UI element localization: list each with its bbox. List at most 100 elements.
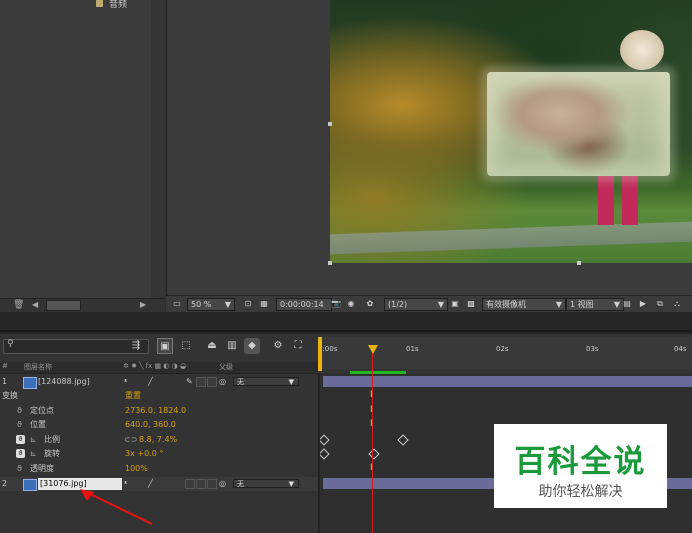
motion-blur-switch[interactable]: [207, 377, 217, 387]
show-snapshot-icon[interactable]: ◉: [346, 298, 356, 309]
quality-switch-icon[interactable]: ╱: [148, 375, 153, 389]
panel-divider[interactable]: [318, 373, 320, 533]
draft-3d-icon[interactable]: ⬚: [178, 338, 194, 354]
property-row-anchor[interactable]: ϑ 定位点 2736.0, 1824.0: [0, 404, 318, 418]
switches-header-icons: ✲ ✸ ╲ fx ▦ ◐ ◑ ◒: [123, 362, 187, 370]
viewer-scrollbar[interactable]: [151, 0, 165, 298]
timeline-icon[interactable]: ⧉: [655, 298, 665, 309]
transform-handle[interactable]: [328, 122, 332, 126]
views-dropdown[interactable]: 1 视图 ▼: [566, 298, 624, 311]
property-value[interactable]: 8.8, 7.4%: [139, 433, 177, 447]
work-area-start-marker[interactable]: [318, 337, 322, 371]
zoom-value: 50 %: [191, 300, 212, 309]
layer-row-1[interactable]: 1 [124088.jpg] ᵜ ╱ ✎ ◎ 无 ▼: [0, 375, 318, 389]
ruler-label: 01s: [406, 345, 419, 353]
parent-pickwhip-icon[interactable]: ◎: [219, 375, 226, 389]
hide-shy-layers-icon[interactable]: ⏏: [204, 338, 220, 354]
snapshot-icon[interactable]: 📷: [331, 298, 341, 309]
image-layer-icon: [23, 377, 37, 389]
property-name: 旋转: [44, 449, 60, 458]
frame-blend-switch[interactable]: [196, 377, 206, 387]
timecode-value: 0:00:00:14: [280, 300, 324, 309]
frame-blend-switch[interactable]: [196, 479, 206, 489]
region-of-interest-icon[interactable]: ▣: [450, 298, 460, 309]
motion-blur-icon[interactable]: ◆: [244, 338, 260, 354]
keyframe-nav-icon[interactable]: ⊾: [30, 447, 37, 461]
transform-handle[interactable]: [577, 261, 581, 265]
current-time-display[interactable]: 0:00:00:14: [276, 298, 332, 311]
girl-on-swing: [620, 30, 664, 70]
motion-blur-switch[interactable]: [207, 479, 217, 489]
property-row-scale[interactable]: ϑ ⊾ 比例 ⊂⊃ 8.8, 7.4%: [0, 433, 318, 447]
fx-switch-icon[interactable]: ✎: [186, 375, 193, 389]
chevron-down-icon: ▼: [288, 378, 294, 386]
parent-pickwhip-icon[interactable]: ◎: [219, 477, 226, 491]
graph-editor-icon[interactable]: ⛶: [290, 338, 306, 354]
property-name: 定位点: [30, 406, 54, 415]
stopwatch-active-icon[interactable]: ϑ: [16, 449, 25, 458]
reset-link[interactable]: 重置: [125, 389, 141, 403]
horizontal-scroll-thumb[interactable]: [46, 300, 81, 311]
stopwatch-icon[interactable]: ϑ: [17, 462, 22, 476]
parent-dropdown[interactable]: 无 ▼: [233, 377, 299, 386]
guitar-girl-layer-preview[interactable]: [487, 72, 670, 176]
transparency-grid-icon[interactable]: ▩: [466, 298, 476, 309]
playhead-handle[interactable]: [368, 345, 378, 354]
comp-mini-flowchart-icon[interactable]: ⇶: [128, 338, 144, 354]
live-update-icon[interactable]: ▣: [157, 338, 173, 354]
ruler-label: 04s: [674, 345, 687, 353]
safe-zones-icon[interactable]: ▦: [259, 298, 269, 309]
frame-blending-icon[interactable]: ▥: [224, 338, 240, 354]
ruler-label: 03s: [586, 345, 599, 353]
brainstorm-icon[interactable]: ⚙: [270, 338, 286, 354]
layer-name[interactable]: [124088.jpg]: [38, 375, 90, 389]
parent-value: 无: [237, 378, 244, 386]
transform-label: 变换: [2, 391, 18, 400]
chevron-down-icon: ▼: [288, 480, 294, 488]
flowchart-icon[interactable]: ⛬: [672, 298, 682, 309]
property-row-rotation[interactable]: ϑ ⊾ 旋转 3x +0.0 °: [0, 447, 318, 461]
fit-icon[interactable]: ⊡: [243, 298, 253, 309]
property-name: 位置: [30, 420, 46, 429]
trash-icon[interactable]: 🗑: [13, 300, 24, 310]
property-row-position[interactable]: ϑ 位置 640.0, 360.0: [0, 418, 318, 432]
search-icon: ⚲: [7, 339, 14, 349]
shy-switch-icon[interactable]: ᵜ: [124, 375, 127, 389]
playhead-line[interactable]: [372, 346, 373, 533]
property-value[interactable]: 100%: [125, 462, 148, 476]
toggle-pixel-aspect-icon[interactable]: ▤: [622, 298, 632, 309]
layer-1-duration-bar[interactable]: [323, 376, 692, 387]
column-hash-label: #: [2, 362, 8, 370]
fast-previews-icon[interactable]: ▶: [638, 298, 648, 309]
constrain-proportions-icon[interactable]: ⊂⊃: [124, 433, 137, 447]
camera-dropdown[interactable]: 有效摄像机 ▼: [482, 298, 566, 311]
property-name: 比例: [44, 435, 60, 444]
camera-value: 有效摄像机: [486, 300, 526, 309]
watermark-subtitle: 助你轻松解决: [538, 484, 623, 500]
scroll-right-icon[interactable]: ▶: [140, 300, 146, 309]
project-item-audio[interactable]: 音频: [96, 0, 127, 10]
column-parent: 父级: [219, 363, 233, 371]
property-value[interactable]: 2736.0, 1824.0: [125, 404, 186, 418]
layer-column-header: # 图层名称 ✲ ✸ ╲ fx ▦ ◐ ◑ ◒ 父级: [0, 362, 318, 374]
parent-dropdown[interactable]: 无 ▼: [233, 479, 299, 488]
zoom-dropdown[interactable]: 50 % ▼: [187, 298, 235, 311]
keyframe-nav-icon[interactable]: ⊾: [30, 433, 37, 447]
stopwatch-icon[interactable]: ϑ: [17, 404, 22, 418]
stopwatch-icon[interactable]: ϑ: [17, 418, 22, 432]
stopwatch-active-icon[interactable]: ϑ: [16, 435, 25, 444]
transform-group-row[interactable]: 变换 重置: [0, 389, 318, 403]
resolution-dropdown[interactable]: (1/2) ▼: [384, 298, 448, 311]
always-preview-icon[interactable]: ▭: [172, 298, 182, 309]
transform-handle[interactable]: [328, 261, 332, 265]
color-channels-icon[interactable]: ✿: [365, 298, 375, 309]
fx-switch[interactable]: [185, 479, 195, 489]
property-value[interactable]: 640.0, 360.0: [125, 418, 176, 432]
watermark-title: 百科全说: [514, 444, 647, 480]
property-row-opacity[interactable]: ϑ 透明度 100%: [0, 462, 318, 476]
property-value[interactable]: 3x +0.0 °: [125, 447, 163, 461]
work-area-bar[interactable]: [350, 371, 406, 374]
annotation-arrow-icon: [80, 489, 153, 525]
scroll-left-icon[interactable]: ◀: [32, 300, 38, 309]
property-name: 透明度: [30, 464, 54, 473]
